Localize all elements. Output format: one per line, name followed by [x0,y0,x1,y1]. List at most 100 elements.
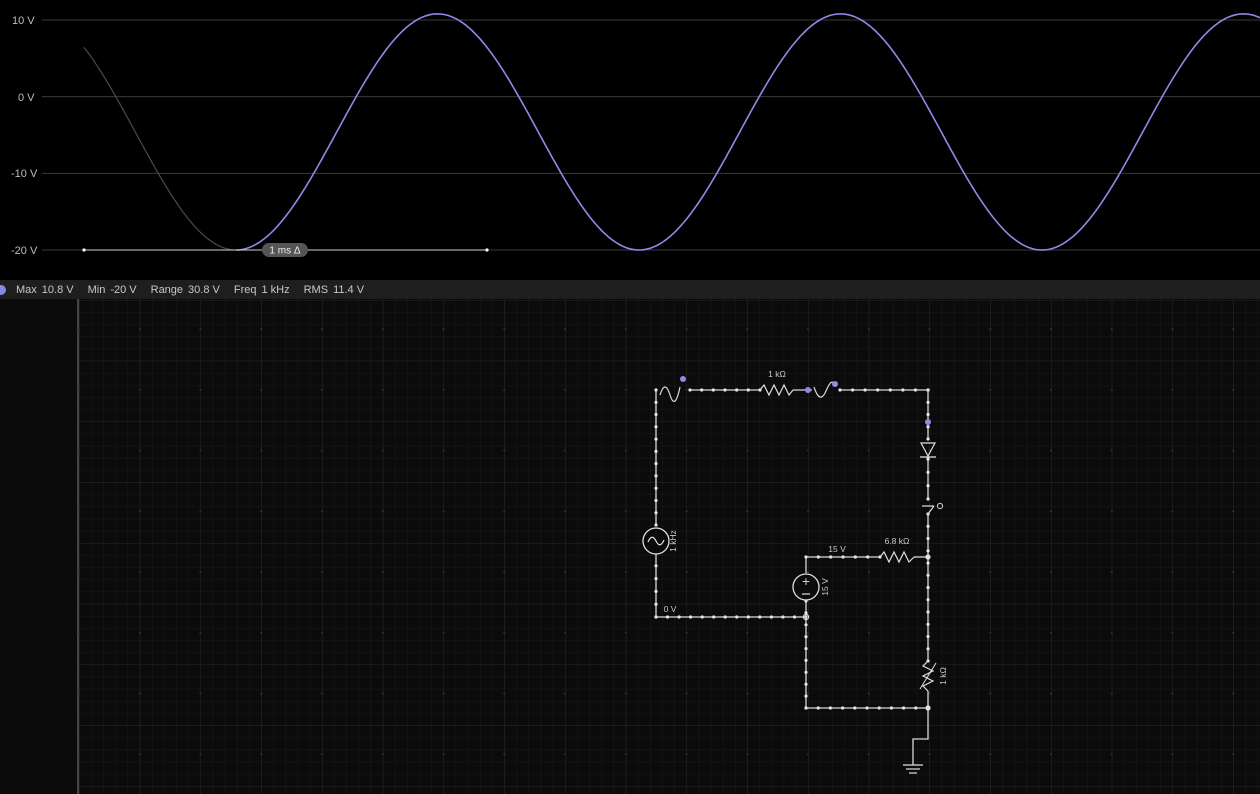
wire-node [901,388,905,392]
wire-node [863,388,867,392]
grid-dot [77,753,81,756]
grid-dot [685,388,688,391]
grid-dot [199,449,202,452]
wire-node [926,457,930,461]
grid-dot [503,570,506,574]
grid-dot [685,510,688,513]
stat-min: Min -20 V [88,284,137,296]
grid-dot [1232,327,1235,331]
grid-dot [77,692,81,695]
wire-node [914,706,918,710]
wire-node [700,615,704,619]
grid-dot [77,510,81,513]
ac-source-label: 1 kHz [668,530,678,552]
grid-dot [746,510,749,513]
node-probe-icon[interactable] [925,419,931,425]
grid-dot [1049,449,1053,452]
waveform-trace [235,13,1260,251]
time-cursor[interactable]: 1 ms Δ [82,243,489,257]
wire-node [792,615,797,619]
wire-node [913,388,918,392]
grid-dot [563,692,567,695]
wire-node [654,388,658,392]
grid-dot [563,570,567,574]
wire-node [654,437,658,441]
grid-dot [1110,327,1113,331]
grid-dot [260,449,263,452]
grid-dot [624,753,627,756]
wire-node [654,602,658,606]
grid-dot [685,570,688,574]
grid-dot [867,327,870,331]
wire-node [926,425,930,429]
wire-node [926,610,930,614]
grid-dot [381,388,384,391]
wire-node [781,615,785,619]
grid-dot [746,449,749,452]
wire-node [853,706,857,710]
grid-dot [199,692,202,695]
trace-color-icon[interactable] [0,284,6,295]
grid-dot [867,570,870,574]
grid-dot [503,327,506,331]
wire-node [804,623,808,627]
wire-node [876,388,880,392]
wire-node [804,658,808,662]
grid-dot [806,570,810,574]
cursor-start-handle[interactable] [82,248,86,252]
grid-dot [806,631,810,634]
grid-dot [989,753,992,756]
grid-dot [1232,510,1235,513]
stat-key: Max [16,283,37,296]
wire-node [735,615,739,619]
grid-dot [442,753,445,756]
resistor-label: 1 kΩ [768,369,786,379]
grid-dot [138,570,141,574]
grid-dot [1232,570,1235,574]
circuit-board[interactable]: 1 kHz 1 kΩ 6.8 kΩ 15 V + 15 V 0 V 1 kΩ [0,299,1260,794]
stat-value: 1 kHz [261,283,290,296]
junction-node[interactable] [925,554,931,560]
wire-node [712,615,716,619]
wire-node [723,615,727,619]
grid-dot [1110,510,1113,513]
grid-dot [1110,388,1113,391]
grid-dot [685,631,688,634]
wire-node [926,437,930,441]
wire-node [866,555,870,559]
history-trace [83,46,235,251]
grid-dot [1049,327,1053,331]
circuit-canvas[interactable]: 1 kHz 1 kΩ 6.8 kΩ 15 V + 15 V 0 V 1 kΩ [0,299,1260,794]
scope-gridlines [42,19,1260,251]
wire-node [746,388,750,392]
wire-node [853,555,857,559]
wire-node [654,412,658,417]
grid-dot [624,692,627,695]
grid-dot [442,510,445,513]
grid-dot [1232,692,1235,695]
y-tick-label: -20 V [11,245,38,257]
wire-node [746,615,750,619]
cursor-end-handle[interactable] [485,248,489,252]
grid-dot [806,449,810,452]
junction-node[interactable] [925,705,931,711]
wire-node [926,470,930,474]
grid-dot [199,388,202,391]
grid-dot [1049,510,1053,513]
grid-dot [1232,631,1235,634]
grid-dot [806,327,810,331]
wire-node [677,615,681,619]
grid-dot [138,631,141,634]
grid-dot [442,449,445,452]
grid-dot [381,631,384,634]
grid-dot [746,327,749,331]
wire-node [804,647,808,651]
grid-dot [199,510,202,513]
ac-voltage-source[interactable]: 1 kHz [642,527,678,555]
wire-node [654,615,658,619]
grid-dot [260,692,263,695]
grid-dot [989,449,992,452]
grid-dot [563,327,567,331]
grid-dot [1171,692,1174,695]
grid-dot [503,753,506,756]
